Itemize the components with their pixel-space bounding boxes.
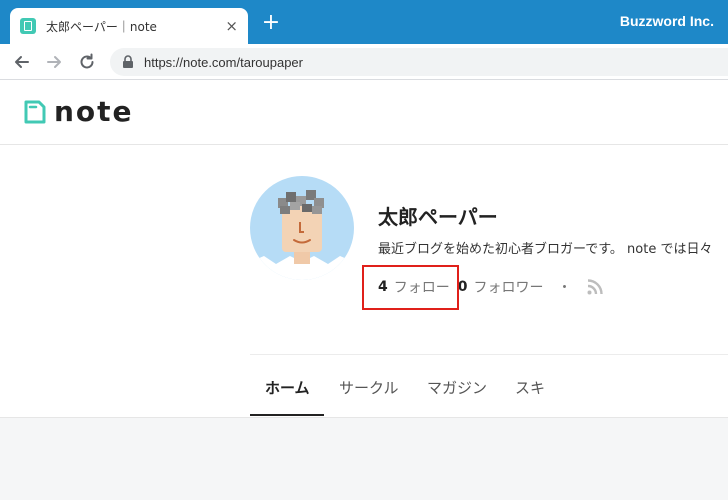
active-tab-indicator — [250, 414, 324, 416]
profile-bio: 最近ブログを始めた初心者ブロガーです。 note では日々 — [378, 242, 713, 257]
browser-toolbar: https://note.com/taroupaper — [0, 44, 728, 80]
follower-count[interactable]: 0 — [458, 279, 468, 295]
note-favicon-icon — [20, 18, 36, 34]
tabs-divider — [250, 354, 728, 355]
new-tab-button[interactable]: + — [260, 12, 282, 34]
close-tab-icon[interactable]: × — [225, 18, 238, 34]
tab-title: 太郎ペーパー｜note — [46, 19, 157, 34]
avatar[interactable] — [250, 176, 354, 280]
note-header: note — [0, 81, 728, 145]
tab-home[interactable]: ホーム — [265, 377, 310, 398]
brand-watermark: Buzzword Inc. — [619, 13, 714, 29]
note-logo-text[interactable]: note — [54, 95, 134, 128]
separator-dot: ・ — [557, 280, 572, 296]
back-arrow-icon — [15, 56, 29, 68]
tab-magazine[interactable]: マガジン — [427, 377, 487, 398]
content-area — [0, 417, 728, 500]
profile-name: 太郎ペーパー — [378, 205, 498, 229]
avatar-illustration-icon — [250, 176, 354, 280]
note-logo-icon[interactable] — [24, 100, 46, 124]
reload-icon — [80, 53, 94, 69]
tab-circle[interactable]: サークル — [339, 377, 399, 398]
browser-tab[interactable]: 太郎ペーパー｜note × — [10, 8, 248, 44]
address-bar[interactable]: https://note.com/taroupaper — [110, 48, 728, 76]
follower-label[interactable]: フォロワー — [474, 277, 544, 297]
tab-likes[interactable]: スキ — [515, 377, 545, 398]
highlight-box — [362, 265, 459, 310]
reload-button[interactable] — [75, 50, 99, 74]
browser-titlebar: 太郎ペーパー｜note × + Buzzword Inc. — [0, 0, 728, 44]
lock-icon — [123, 55, 133, 68]
page-content: note 太郎ペーパー 最近ブログを始めた初心者ブロガーです。 note では日… — [0, 81, 728, 500]
forward-arrow-icon — [47, 56, 61, 68]
back-button[interactable] — [10, 50, 34, 74]
forward-button[interactable] — [42, 50, 66, 74]
rss-icon[interactable] — [586, 278, 604, 296]
url-text: https://note.com/taroupaper — [144, 54, 303, 70]
